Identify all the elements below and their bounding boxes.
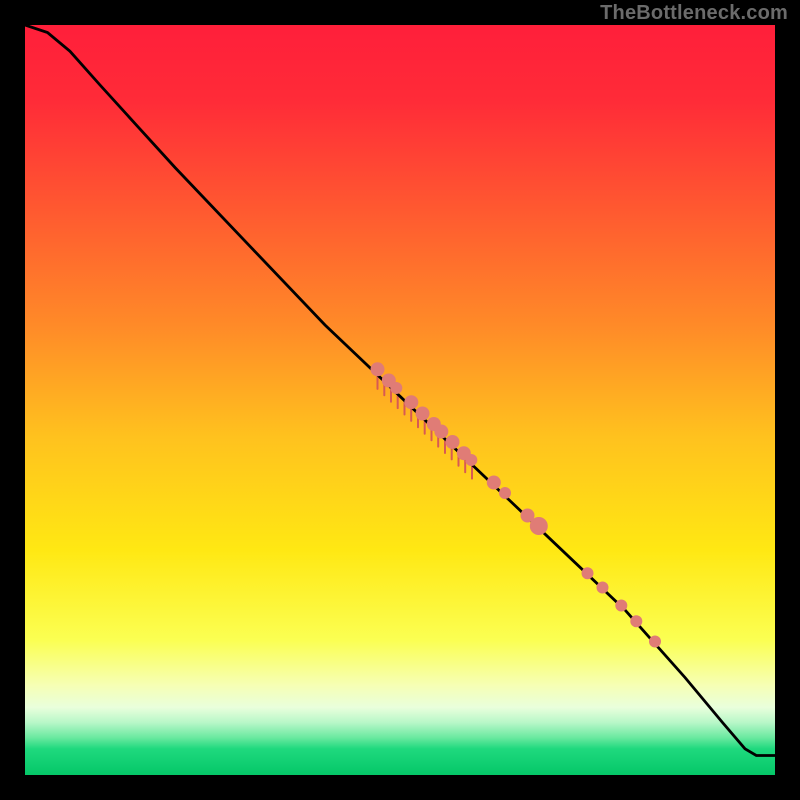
data-point — [416, 407, 430, 421]
chart-stage: TheBottleneck.com — [0, 0, 800, 800]
data-point — [487, 476, 501, 490]
data-point — [465, 454, 477, 466]
data-point — [390, 382, 402, 394]
data-point — [615, 600, 627, 612]
data-point — [597, 582, 609, 594]
data-point — [630, 615, 642, 627]
data-point — [530, 517, 548, 535]
data-point — [404, 395, 418, 409]
data-point — [434, 425, 448, 439]
watermark-label: TheBottleneck.com — [600, 2, 788, 25]
gradient-background — [25, 25, 775, 775]
bottleneck-chart — [0, 0, 800, 800]
data-point — [649, 636, 661, 648]
data-point — [499, 487, 511, 499]
data-point — [446, 435, 460, 449]
data-point — [371, 362, 385, 376]
data-point — [582, 567, 594, 579]
